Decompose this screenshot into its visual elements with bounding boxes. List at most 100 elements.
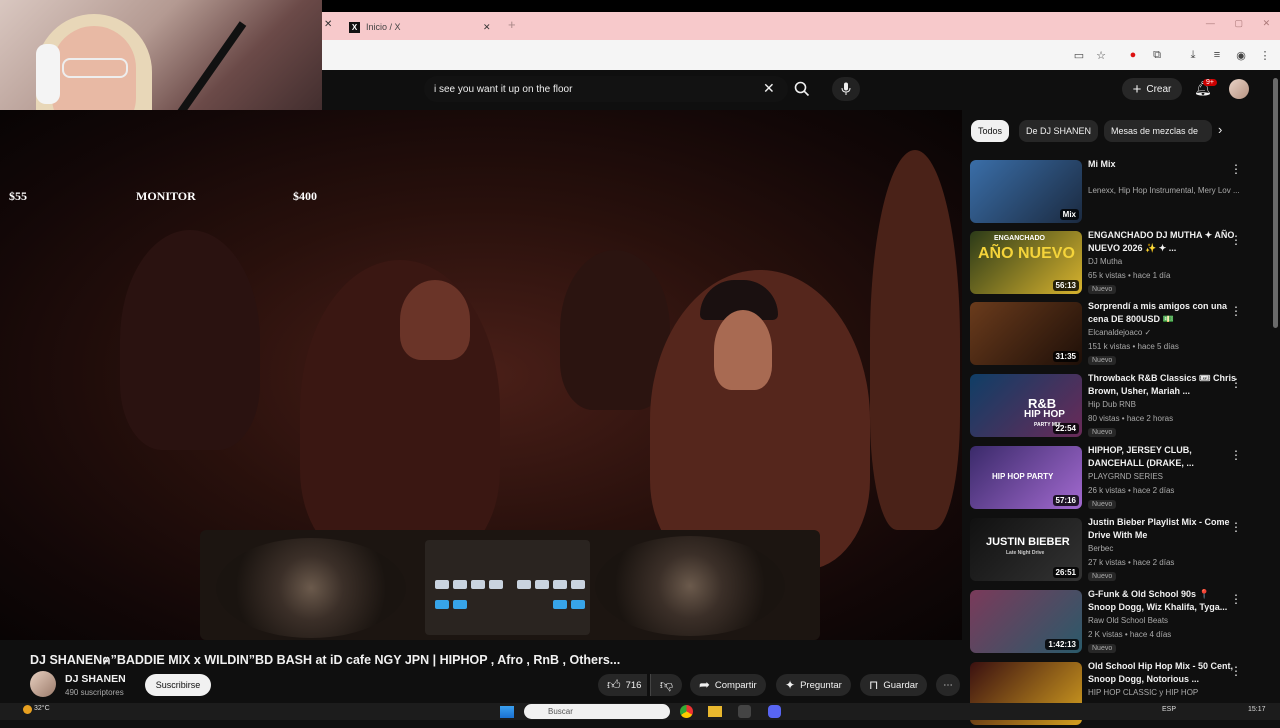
rec-title[interactable]: Mi Mix [1088,158,1238,171]
person-edge [870,150,960,530]
chevron-right-icon[interactable]: › [1218,122,1222,137]
browser-toolbar: ▭ ☆ ● ⧉ ⤓ ≡ ◉ ⋮ [322,40,1280,70]
filter-chips: Todos De DJ SHANEN Mesas de mezclas de › [970,120,1270,144]
rec-channel[interactable]: PLAYGRND SERIES [1088,472,1243,481]
rec-title[interactable]: Sorprendí a mis amigos con una cena DE 8… [1088,300,1238,326]
like-button[interactable]: 👍︎ 716 [598,674,648,696]
rec-thumbnail[interactable]: Mix [970,160,1082,223]
chip-dj-shanen[interactable]: De DJ SHANEN [1019,120,1099,142]
close-window-icon[interactable]: ✕ [1263,18,1271,34]
thumbnail-text: ENGANCHADO [994,235,1045,242]
tab-inicio[interactable]: X Inicio / X ✕ [338,14,498,40]
profile-icon[interactable]: ◉ [1234,48,1248,62]
x-logo-icon: X [349,21,360,33]
start-icon[interactable] [500,706,514,718]
avatar[interactable] [1229,79,1249,99]
subscribe-button[interactable]: Suscribirse [145,674,211,696]
rec-meta: 151 k vistas • hace 5 días [1088,342,1179,351]
voice-search-icon[interactable] [832,77,860,101]
taskbar-search[interactable]: Buscar [524,704,670,719]
chip-todos[interactable]: Todos [971,120,1010,142]
share-button[interactable]: ➦ Compartir [690,674,766,696]
rec-thumbnail[interactable]: 22:54 R&B HIP HOP PARTY MIX [970,374,1082,437]
rec-thumbnail[interactable]: 1:42:13 [970,590,1082,653]
window-top-border [322,0,1280,12]
recommendation-item[interactable]: 31:35 Sorprendí a mis amigos con una cena… [970,300,1270,368]
rec-channel[interactable]: Berbec [1088,544,1243,553]
create-label: Crear [1146,83,1172,95]
channel-avatar[interactable] [30,671,56,697]
duration-badge: 26:51 [1052,567,1079,578]
more-options-icon[interactable]: ⋮ [1230,520,1242,534]
thumbs-down-icon: 👎︎ [659,677,674,692]
rec-channel[interactable]: DJ Mutha [1088,257,1243,266]
save-button[interactable]: ⊓ Guardar [860,674,928,696]
browser-menu-icon[interactable]: ⋮ [1258,48,1272,62]
rec-thumbnail[interactable]: 31:35 [970,302,1082,365]
rec-channel[interactable]: HIP HOP CLASSIC y HIP HOP [1088,688,1243,697]
headphones-icon [36,44,60,104]
rec-channel[interactable]: Elcanaldejoaco ✓ [1088,328,1243,337]
chrome-icon[interactable] [680,705,693,718]
recommendation-item[interactable]: 57:16 HIP HOP PARTY HIPHOP, JERSEY CLUB, D… [970,444,1270,512]
recommendation-item[interactable]: 22:54 R&B HIP HOP PARTY MIX Throwback R&B Cl… [970,372,1270,440]
folder-icon[interactable] [708,706,722,717]
dislike-button[interactable]: 👎︎ [650,674,682,696]
more-actions-button[interactable]: ⋯ [936,674,960,696]
recommendation-item[interactable]: Mix Mi Mix Lenexx, Hip Hop Instrumental, M… [970,158,1270,226]
opera-icon[interactable]: ● [1126,48,1140,62]
rec-title[interactable]: HIPHOP, JERSEY CLUB, DANCEHALL (DRAKE, .… [1088,444,1238,470]
rec-channel[interactable]: Raw Old School Beats [1088,616,1243,625]
create-button[interactable]: + Crear [1122,78,1182,100]
cast-icon[interactable]: ▭ [1072,48,1086,62]
download-icon[interactable]: ⤓ [1186,48,1200,62]
channel-name[interactable]: DJ SHANEN [65,673,126,685]
windows-taskbar: 32°C Buscar ESP 15:17 [0,703,1280,720]
ask-button[interactable]: ✦ Preguntar [776,674,851,696]
clock[interactable]: 15:17 [1248,706,1266,713]
tab-close-icon[interactable]: ✕ [483,22,491,33]
search-input[interactable]: i see you want it up on the floor [424,76,788,102]
rec-channel[interactable]: Hip Dub RNB [1088,400,1243,409]
video-title: DJ SHANENฅ”BADDIE MIX x WILDIN”BD BASH a… [30,653,621,667]
recommendation-item[interactable]: 26:51 JUSTIN BIEBER Late Night Drive Justin… [970,516,1270,584]
clear-search-icon[interactable]: ✕ [763,80,775,97]
app-icon[interactable] [738,705,751,718]
reading-list-icon[interactable]: ≡ [1210,48,1224,62]
search-icon[interactable] [794,81,810,102]
rec-thumbnail[interactable]: 56:13 ENGANCHADO AÑO NUEVO [970,231,1082,294]
rec-title[interactable]: ENGANCHADO DJ MUTHA ✦ AÑO NUEVO 2026 ✨ ✦… [1088,229,1238,255]
scrollbar[interactable] [1273,78,1278,328]
rec-title[interactable]: Throwback R&B Classics 🎟 Chris Brown, Us… [1088,372,1238,398]
language-indicator[interactable]: ESP [1162,706,1176,713]
more-options-icon[interactable]: ⋮ [1230,664,1242,678]
more-options-icon[interactable]: ⋮ [1230,162,1242,176]
more-options-icon[interactable]: ⋮ [1230,304,1242,318]
maximize-icon[interactable]: ▢ [1234,18,1243,34]
minimize-icon[interactable]: — [1206,18,1215,34]
duration-badge: 56:13 [1052,280,1079,291]
recommendation-item[interactable]: 56:13 ENGANCHADO AÑO NUEVO ENGANCHADO DJ MU… [970,229,1270,297]
new-badge: Nuevo [1088,356,1117,365]
rec-title[interactable]: Justin Bieber Playlist Mix - Come Drive … [1088,516,1238,542]
more-options-icon[interactable]: ⋮ [1230,376,1242,390]
recommendation-item[interactable]: 1:42:13 G-Funk & Old School 90s 📍 Snoop D… [970,588,1270,656]
new-tab-button[interactable]: + [508,17,516,32]
tab-title: Inicio / X [366,22,401,32]
more-options-icon[interactable]: ⋮ [1230,592,1242,606]
more-options-icon[interactable]: ⋮ [1230,448,1242,462]
crowd-person [120,230,260,450]
chip-mesas[interactable]: Mesas de mezclas de [1104,120,1212,142]
rec-title[interactable]: Old School Hip Hop Mix - 50 Cent, Snoop … [1088,660,1238,686]
extensions-icon[interactable]: ⧉ [1150,48,1164,62]
more-options-icon[interactable]: ⋮ [1230,233,1242,247]
discord-icon[interactable] [768,705,781,718]
rec-title[interactable]: G-Funk & Old School 90s 📍 Snoop Dogg, Wi… [1088,588,1238,614]
rec-thumbnail[interactable]: 26:51 JUSTIN BIEBER Late Night Drive [970,518,1082,581]
subscriber-count: 490 suscriptores [65,688,124,697]
rec-channel[interactable]: Lenexx, Hip Hop Instrumental, Mery Lov .… [1088,186,1243,195]
rec-thumbnail[interactable]: 57:16 HIP HOP PARTY [970,446,1082,509]
tab-close-left-icon[interactable]: ✕ [324,19,332,30]
bookmark-star-icon[interactable]: ☆ [1094,48,1108,62]
dj-right-face [714,310,772,390]
